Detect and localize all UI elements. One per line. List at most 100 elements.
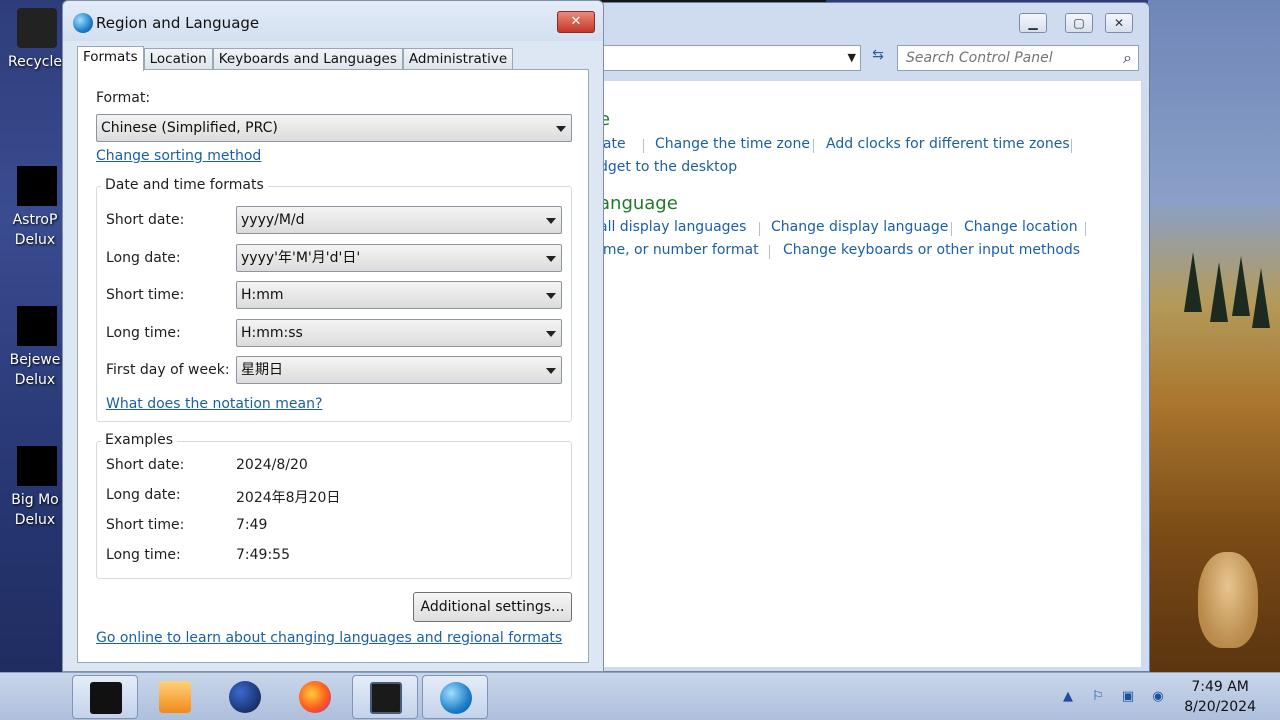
online-help-link[interactable]: Go online to learn about changing langua… [96,630,562,646]
date-time-formats-title: Date and time formats [101,177,268,193]
clock-time: 7:49 AM [1191,679,1249,695]
refresh-icon[interactable]: ⇆ [865,47,891,69]
search-input[interactable] [898,46,1108,70]
link-separator [759,222,760,236]
desktop-icon-recycle-bin[interactable]: Recycle [0,8,70,72]
taskbar: ▲ ⚐ ▣ ◉ 7:49 AM 8/20/2024 [0,672,1280,720]
notation-help-link[interactable]: What does the notation mean? [106,396,322,412]
long-date-value: yyyy'年'M'月'd'日' [241,250,361,266]
desktop-icon-label: AstroP [12,212,58,228]
long-time-label: Long time: [106,325,181,341]
link-change-location[interactable]: Change location [964,219,1078,235]
link-change-time-zone[interactable]: Change the time zone [655,136,810,152]
desktop-icon-big-money[interactable]: Big Mo Delux [0,446,70,530]
chevron-up-icon[interactable]: ▲ [1060,689,1076,705]
tab-location[interactable]: Location [143,48,213,70]
link-add-clocks[interactable]: Add clocks for different time zones [826,136,1070,152]
address-bar[interactable]: ▼ [599,45,861,71]
example-short-date-value: 2024/8/20 [236,457,308,473]
region-language-dialog: Region and Language ✕ Formats Location K… [62,0,604,672]
recycle-bin-icon [17,8,57,48]
short-time-dropdown[interactable]: H:mm [236,281,562,309]
link-change-display-language[interactable]: Change display language [771,219,948,235]
desktop-icon-label: Delux [14,232,56,248]
system-clock[interactable]: 7:49 AM 8/20/2024 [1184,677,1256,717]
input-method-icon[interactable]: ⚐ [1090,689,1106,705]
chevron-down-icon [546,368,556,374]
globe-clock-icon [440,682,472,714]
search-icon[interactable]: ⌕ [1123,48,1132,68]
example-long-time-label: Long time: [106,547,181,563]
chevron-down-icon [546,256,556,262]
search-box[interactable]: ⌕ [897,45,1139,71]
monitor-icon[interactable]: ▣ [1120,689,1136,705]
examples-title: Examples [101,432,178,448]
first-day-of-week-value: 星期日 [241,362,283,378]
long-date-dropdown[interactable]: yyyy'年'M'月'd'日' [236,244,562,272]
desktop-icon-label: Delux [14,372,56,388]
chevron-down-icon [546,293,556,299]
maximize-button[interactable]: ▢ [1065,13,1093,33]
short-time-value: H:mm [241,287,284,303]
link-add-gadget[interactable]: dget to the desktop [599,159,737,175]
short-time-label: Short time: [106,287,185,303]
network-icon[interactable]: ◉ [1150,689,1166,705]
media-player-icon [159,681,191,713]
example-long-date-label: Long date: [106,487,181,503]
taskbar-item-file-manager[interactable] [72,675,138,719]
format-dropdown-value: Chinese (Simplified, PRC) [101,120,278,136]
chevron-down-icon [546,218,556,224]
example-short-date-label: Short date: [106,457,185,473]
chevron-down-icon [546,331,556,337]
link-change-format[interactable]: ime, or number format [599,242,759,258]
system-tray: ▲ ⚐ ▣ ◉ 7:49 AM 8/20/2024 [1050,673,1280,720]
desktop-icon-bejeweled[interactable]: Bejewe Delux [0,306,70,390]
category-heading-language[interactable]: anguage [599,193,678,214]
short-date-label: Short date: [106,212,185,228]
link-install-display-languages[interactable]: all display languages [599,219,746,235]
tab-formats[interactable]: Formats [77,46,144,71]
tree-graphic [1210,262,1228,322]
long-time-dropdown[interactable]: H:mm:ss [236,319,562,347]
long-time-value: H:mm:ss [241,325,303,341]
taskbar-item-firefox[interactable] [282,675,348,719]
additional-settings-button[interactable]: Additional settings... [413,592,572,622]
game-icon [17,446,57,486]
tree-graphic [1232,256,1250,316]
short-date-value: yyyy/M/d [241,212,305,228]
format-dropdown[interactable]: Chinese (Simplified, PRC) [96,114,572,142]
first-day-of-week-label: First day of week: [106,362,230,378]
link-separator [643,139,644,153]
desktop-icon-astropop[interactable]: AstroP Delux [0,166,70,250]
first-day-of-week-dropdown[interactable]: 星期日 [236,356,562,384]
taskbar-item-media-player[interactable] [142,675,208,719]
link-separator [769,245,770,259]
desktop-icon-label: Delux [14,512,56,528]
desktop-icon-label: Recycle [8,54,62,70]
change-sorting-link[interactable]: Change sorting method [96,148,261,164]
close-button[interactable]: ✕ [1105,13,1133,33]
close-button[interactable]: ✕ [557,11,595,33]
desktop-icon-label: Big Mo [11,492,59,508]
formats-panel: Format: Chinese (Simplified, PRC) Change… [77,69,589,663]
tab-keyboards-and-languages[interactable]: Keyboards and Languages [212,48,403,70]
short-date-dropdown[interactable]: yyyy/M/d [236,206,562,234]
taskbar-item-region-language[interactable] [422,675,488,719]
tab-strip: Formats Location Keyboards and Languages… [77,46,514,71]
tab-administrative[interactable]: Administrative [402,48,514,70]
chevron-down-icon [556,126,566,132]
taskbar-item-browser-globe[interactable] [212,675,278,719]
game-icon [17,306,57,346]
link-separator [813,139,814,153]
link-separator [951,222,952,236]
chevron-down-icon[interactable]: ▼ [848,51,856,64]
link-change-keyboards[interactable]: Change keyboards or other input methods [783,242,1080,258]
format-label: Format: [96,90,151,106]
control-panel-icon [370,682,402,714]
example-short-time-label: Short time: [106,517,185,533]
example-long-date-value: 2024年8月20日 [236,490,341,506]
taskbar-item-control-panel[interactable] [352,675,418,719]
dialog-titlebar[interactable]: Region and Language ✕ [63,1,603,41]
dialog-title: Region and Language [96,14,260,32]
minimize-button[interactable]: ▁ [1019,13,1047,33]
